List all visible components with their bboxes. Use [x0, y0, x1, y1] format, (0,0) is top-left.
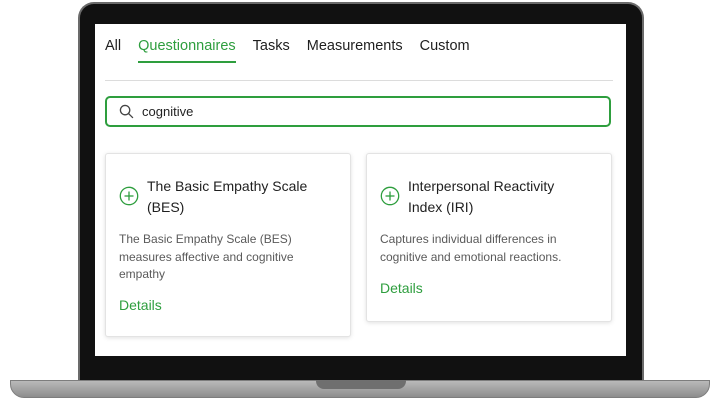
tab-bar: All Questionnaires Tasks Measurements Cu…	[105, 38, 487, 63]
tab-measurements[interactable]: Measurements	[307, 38, 403, 63]
add-circle-icon[interactable]	[380, 186, 400, 206]
search-input[interactable]	[142, 104, 582, 119]
card-description: Captures individual differences in cogni…	[380, 232, 562, 264]
card-header: Interpersonal Reactivity Index (IRI)	[380, 176, 583, 218]
tab-questionnaires[interactable]: Questionnaires	[138, 38, 236, 63]
tab-all[interactable]: All	[105, 38, 121, 63]
card-title: The Basic Empathy Scale (BES)	[147, 178, 308, 215]
card-description: The Basic Empathy Scale (BES) measures a…	[119, 232, 294, 281]
tabs-divider	[105, 80, 613, 81]
details-link[interactable]: Details	[119, 297, 162, 313]
details-link[interactable]: Details	[380, 280, 423, 296]
card-header: The Basic Empathy Scale (BES)	[119, 176, 322, 218]
screen: All Questionnaires Tasks Measurements Cu…	[95, 24, 626, 356]
tab-custom[interactable]: Custom	[420, 38, 470, 63]
card-bes: The Basic Empathy Scale (BES) The Basic …	[105, 153, 351, 337]
search-box[interactable]	[105, 96, 611, 127]
card-title: Interpersonal Reactivity Index (IRI)	[408, 178, 555, 215]
search-icon	[118, 104, 134, 120]
tab-tasks[interactable]: Tasks	[253, 38, 290, 63]
add-circle-icon[interactable]	[119, 186, 139, 206]
card-iri: Interpersonal Reactivity Index (IRI) Cap…	[366, 153, 612, 322]
laptop-notch	[316, 380, 406, 389]
